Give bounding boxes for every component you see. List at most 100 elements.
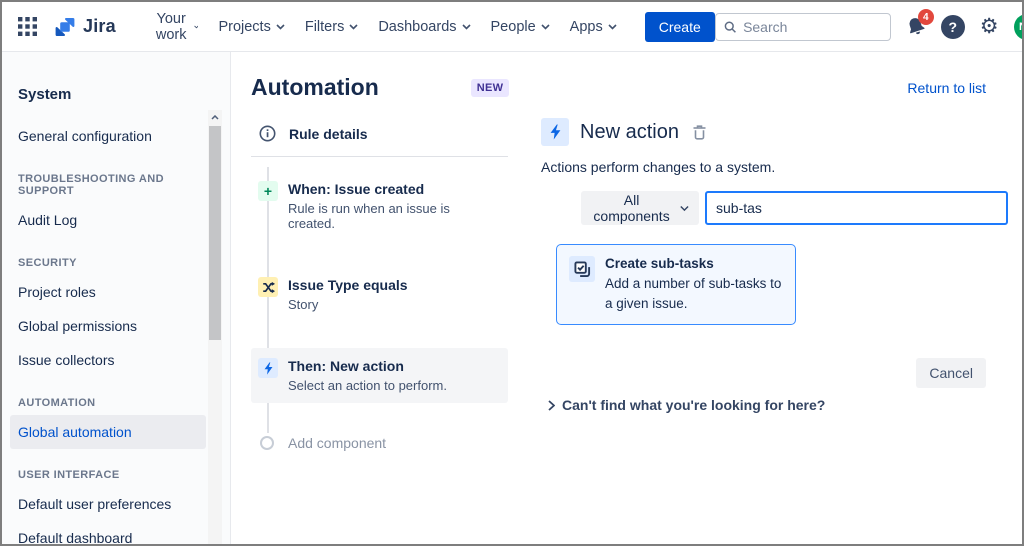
cancel-button[interactable]: Cancel <box>916 358 986 388</box>
avatar[interactable]: NV <box>1014 14 1024 40</box>
sidebar-header-user-interface: USER INTERFACE <box>10 469 206 481</box>
create-button[interactable]: Create <box>645 12 715 42</box>
search-icon <box>724 20 736 34</box>
main-nav: Your work Projects Filters Dashboards Pe… <box>148 5 623 49</box>
card-text: Create sub-tasks Add a number of sub-tas… <box>605 256 783 313</box>
sidebar-header-automation: AUTOMATION <box>10 397 206 409</box>
admin-sidebar: System General configuration TROUBLESHOO… <box>2 52 231 544</box>
nav-apps[interactable]: Apps <box>564 13 623 41</box>
step-condition[interactable]: Issue Type equals Story <box>251 267 508 322</box>
sidebar-header-security: SECURITY <box>10 257 206 269</box>
step-text: Then: New action Select an action to per… <box>288 358 447 393</box>
add-component-label: Add component <box>288 435 386 451</box>
step-text: When: Issue created Rule is run when an … <box>288 181 500 231</box>
content-area: System General configuration TROUBLESHOO… <box>2 52 1022 544</box>
sidebar-item-issue-collectors[interactable]: Issue collectors <box>10 343 206 377</box>
step-trigger[interactable]: + When: Issue created Rule is run when a… <box>251 171 508 241</box>
nav-your-work[interactable]: Your work <box>148 5 205 49</box>
delete-action-button[interactable] <box>692 124 707 140</box>
scrollbar-up-arrow-icon[interactable] <box>208 110 222 125</box>
nav-dashboards[interactable]: Dashboards <box>372 13 476 41</box>
jira-logo[interactable]: Jira <box>53 15 116 39</box>
jira-mark-icon <box>53 15 77 39</box>
step-title: When: Issue created <box>288 181 500 197</box>
new-action-panel: New action Actions perform changes to a … <box>541 115 1008 457</box>
cant-find-disclosure[interactable]: Can't find what you're looking for here? <box>548 397 1008 413</box>
new-badge: NEW <box>471 79 510 97</box>
sidebar-item-default-user-preferences[interactable]: Default user preferences <box>10 487 206 521</box>
sidebar-item-default-dashboard[interactable]: Default dashboard <box>10 521 206 544</box>
action-search-input[interactable] <box>705 191 1008 225</box>
components-filter-dropdown[interactable]: All components <box>581 191 699 225</box>
add-component-button[interactable]: Add component <box>251 429 508 457</box>
lightning-icon <box>541 118 569 146</box>
step-title: Issue Type equals <box>288 277 408 293</box>
panel-title: New action <box>580 121 679 144</box>
nav-label: Projects <box>218 19 270 35</box>
app-switcher-button[interactable] <box>18 17 37 36</box>
step-subtitle: Story <box>288 297 408 312</box>
step-subtitle: Select an action to perform. <box>288 378 447 393</box>
panel-header: New action <box>541 118 1008 146</box>
shuffle-icon <box>258 277 278 297</box>
nav-projects[interactable]: Projects <box>212 13 290 41</box>
app-window: Jira Your work Projects Filters Dashboar… <box>0 0 1024 546</box>
rule-details-label: Rule details <box>289 126 368 142</box>
chevron-down-icon <box>541 24 550 30</box>
return-to-list-link[interactable]: Return to list <box>907 80 986 96</box>
rule-builder: Rule details + When: Issue created Rule … <box>251 115 1008 457</box>
create-subtasks-card[interactable]: Create sub-tasks Add a number of sub-tas… <box>556 244 796 325</box>
empty-circle-icon <box>260 436 274 450</box>
chevron-down-icon <box>276 24 285 30</box>
nav-people[interactable]: People <box>485 13 556 41</box>
sidebar-item-audit-log[interactable]: Audit Log <box>10 203 206 237</box>
chevron-down-icon <box>680 205 689 212</box>
chevron-down-icon <box>608 24 617 30</box>
nav-label: Your work <box>154 11 189 43</box>
trash-icon <box>692 124 707 140</box>
main-content: Automation NEW Return to list Rule detai… <box>231 52 1022 544</box>
nav-label: Apps <box>570 19 603 35</box>
step-subtitle: Rule is run when an issue is created. <box>288 201 500 231</box>
app-name: Jira <box>83 16 116 37</box>
sidebar-header-troubleshooting: TROUBLESHOOTING AND SUPPORT <box>10 173 206 197</box>
dropdown-value: All components <box>593 192 670 224</box>
page-header: Automation NEW Return to list <box>251 74 1008 101</box>
search-input[interactable] <box>743 19 882 35</box>
grid-icon <box>18 17 37 36</box>
plus-icon: + <box>258 181 278 201</box>
nav-label: People <box>491 19 536 35</box>
sidebar-item-project-roles[interactable]: Project roles <box>10 275 206 309</box>
rule-steps-column: Rule details + When: Issue created Rule … <box>251 115 508 457</box>
step-text: Issue Type equals Story <box>288 277 408 312</box>
step-action-selected[interactable]: Then: New action Select an action to per… <box>251 348 508 403</box>
global-search[interactable] <box>715 13 891 41</box>
page-title: Automation <box>251 74 379 101</box>
subtasks-icon <box>569 256 595 282</box>
nav-filters[interactable]: Filters <box>299 13 364 41</box>
chevron-down-icon <box>462 24 471 30</box>
rule-details-item[interactable]: Rule details <box>251 115 508 157</box>
cant-find-link: Can't find what you're looking for here? <box>562 397 825 413</box>
card-title: Create sub-tasks <box>605 256 783 271</box>
action-search-controls: All components <box>581 191 1008 225</box>
notifications-button[interactable]: 4 <box>906 16 926 37</box>
notification-badge: 4 <box>918 9 934 25</box>
chevron-right-icon <box>548 400 555 411</box>
chevron-down-icon <box>194 24 199 30</box>
sidebar-item-general-configuration[interactable]: General configuration <box>10 119 206 153</box>
sidebar-item-global-permissions[interactable]: Global permissions <box>10 309 206 343</box>
navbar-right: 4 ? ⚙ NV <box>715 13 1024 41</box>
info-icon <box>259 125 276 142</box>
lightning-icon <box>258 358 278 378</box>
card-description: Add a number of sub-tasks to a given iss… <box>605 274 783 313</box>
chevron-down-icon <box>349 24 358 30</box>
sidebar-scrollbar[interactable] <box>208 110 222 544</box>
help-button[interactable]: ? <box>941 15 965 39</box>
scrollbar-thumb[interactable] <box>209 126 221 340</box>
top-navbar: Jira Your work Projects Filters Dashboar… <box>2 2 1022 52</box>
settings-gear-icon[interactable]: ⚙ <box>980 16 999 37</box>
sidebar-title: System <box>10 78 206 105</box>
sidebar-item-global-automation[interactable]: Global automation <box>10 415 206 449</box>
step-title: Then: New action <box>288 358 447 374</box>
